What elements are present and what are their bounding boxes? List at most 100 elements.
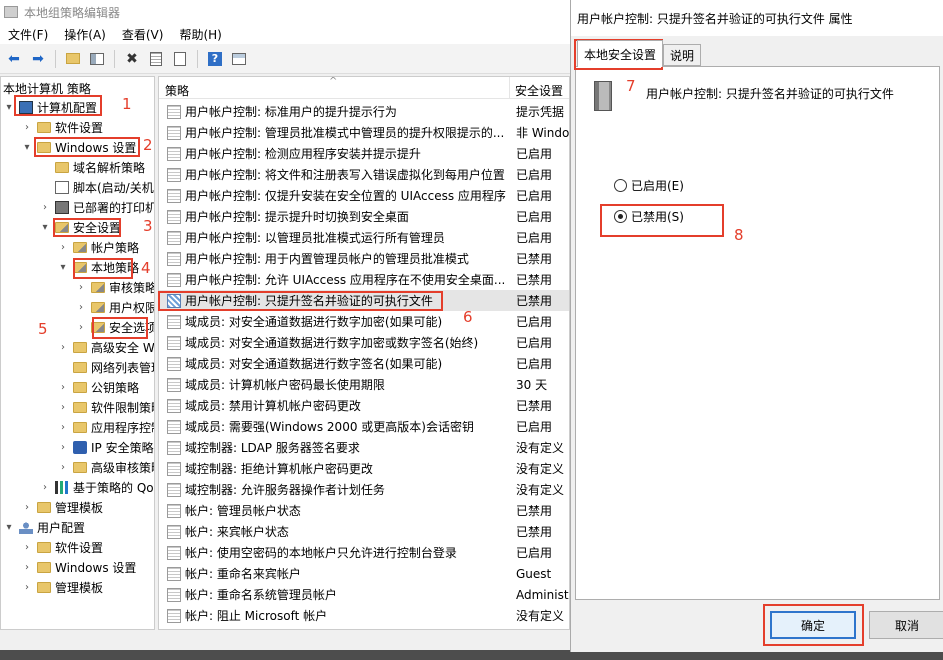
- tree-item[interactable]: 域名解析策略: [39, 157, 145, 177]
- chevron-down-icon[interactable]: ▾: [57, 262, 69, 273]
- tree-item[interactable]: › 软件设置: [21, 537, 103, 557]
- table-row[interactable]: 帐户: 重命名来宾帐户 Guest: [159, 563, 569, 584]
- menu-file[interactable]: 文件(F): [8, 26, 48, 43]
- chevron-right-icon[interactable]: ›: [57, 382, 69, 393]
- tree-item[interactable]: › 应用程序控制: [57, 417, 154, 437]
- table-row[interactable]: 用户帐户控制: 只提升签名并验证的可执行文件 已禁用: [159, 290, 569, 311]
- tree-item[interactable]: › 软件限制策略: [57, 397, 154, 417]
- chevron-down-icon[interactable]: ▾: [21, 142, 33, 153]
- chevron-right-icon[interactable]: ›: [57, 402, 69, 413]
- chevron-down-icon[interactable]: ▾: [3, 102, 15, 113]
- tree-item[interactable]: ▾ Windows 设置: [21, 137, 136, 157]
- table-row[interactable]: 帐户: 管理员帐户状态 已禁用: [159, 500, 569, 521]
- tree-item[interactable]: › 高级审核策略: [57, 457, 154, 477]
- tree-item[interactable]: › Windows 设置: [21, 557, 136, 577]
- chevron-right-icon[interactable]: ›: [57, 242, 69, 253]
- radio-disabled[interactable]: 已禁用(S): [614, 208, 684, 225]
- tree-item[interactable]: ▾ 用户配置: [3, 517, 85, 537]
- tree-item[interactable]: › 高级安全 Wind: [57, 337, 154, 357]
- chevron-right-icon[interactable]: ›: [75, 302, 87, 313]
- tree-item[interactable]: › 基于策略的 QoS: [39, 477, 154, 497]
- chevron-right-icon[interactable]: ›: [57, 342, 69, 353]
- script-icon: [55, 180, 69, 194]
- tree-item[interactable]: ▾ 安全设置: [39, 217, 121, 237]
- table-row[interactable]: 域成员: 计算机帐户密码最长使用期限 30 天: [159, 374, 569, 395]
- tree-item[interactable]: › 审核策略: [75, 277, 154, 297]
- table-row[interactable]: 用户帐户控制: 将文件和注册表写入错误虚拟化到每用户位置 已启用: [159, 164, 569, 185]
- tree-item[interactable]: › 管理模板: [21, 497, 103, 517]
- menu-help[interactable]: 帮助(H): [179, 26, 221, 43]
- table-row[interactable]: 帐户: 来宾帐户状态 已禁用: [159, 521, 569, 542]
- table-row[interactable]: 用户帐户控制: 管理员批准模式中管理员的提升权限提示的... 非 Windo: [159, 122, 569, 143]
- tab-local-security-setting[interactable]: 本地安全设置: [577, 40, 664, 67]
- table-row[interactable]: 用户帐户控制: 用于内置管理员帐户的管理员批准模式 已禁用: [159, 248, 569, 269]
- chevron-right-icon[interactable]: ›: [21, 542, 33, 553]
- table-row[interactable]: 用户帐户控制: 标准用户的提升提示行为 提示凭据: [159, 101, 569, 122]
- table-row[interactable]: 域控制器: LDAP 服务器签名要求 没有定义: [159, 437, 569, 458]
- chevron-right-icon[interactable]: ›: [21, 582, 33, 593]
- table-row[interactable]: 域成员: 禁用计算机帐户密码更改 已禁用: [159, 395, 569, 416]
- tree-item[interactable]: 网络列表管理器: [57, 357, 154, 377]
- tree-item[interactable]: › 公钥策略: [57, 377, 139, 397]
- tree-item[interactable]: › 安全选项: [75, 317, 154, 337]
- menu-action[interactable]: 操作(A): [64, 26, 106, 43]
- ok-button[interactable]: 确定: [770, 611, 856, 639]
- table-row[interactable]: 域成员: 对安全通道数据进行数字签名(如果可能) 已启用: [159, 353, 569, 374]
- table-row[interactable]: 用户帐户控制: 检测应用程序安装并提示提升 已启用: [159, 143, 569, 164]
- chevron-right-icon[interactable]: ›: [75, 322, 87, 333]
- column-header-setting[interactable]: 安全设置: [515, 82, 563, 99]
- chevron-right-icon[interactable]: ›: [21, 502, 33, 513]
- chevron-right-icon[interactable]: ›: [57, 422, 69, 433]
- tree-item[interactable]: › 用户权限分: [75, 297, 154, 317]
- console-icon[interactable]: [229, 49, 249, 69]
- tree-item[interactable]: ▾ 计算机配置: [3, 97, 97, 117]
- chevron-right-icon[interactable]: ›: [39, 482, 51, 493]
- forward-arrow-icon[interactable]: ➡: [28, 49, 48, 69]
- table-row[interactable]: 帐户: 重命名系统管理员帐户 Administ: [159, 584, 569, 605]
- tree-item[interactable]: › 已部署的打印机: [39, 197, 154, 217]
- cancel-button[interactable]: 取消: [869, 611, 943, 639]
- column-separator[interactable]: [509, 77, 510, 99]
- tree-item[interactable]: 脚本(启动/关机): [39, 177, 154, 197]
- chevron-down-icon[interactable]: ▾: [39, 222, 51, 233]
- policy-item-icon: [167, 251, 181, 266]
- table-row[interactable]: 帐户: 使用空密码的本地帐户只允许进行控制台登录 已启用: [159, 542, 569, 563]
- radio-enabled[interactable]: 已启用(E): [614, 177, 684, 194]
- chevron-down-icon[interactable]: ▾: [3, 522, 15, 533]
- chevron-right-icon[interactable]: ›: [57, 462, 69, 473]
- show-hide-tree-icon[interactable]: [87, 49, 107, 69]
- chevron-right-icon[interactable]: ›: [75, 282, 87, 293]
- back-arrow-icon[interactable]: ⬅: [4, 49, 24, 69]
- tree-item[interactable]: ▾ 本地策略: [57, 257, 139, 277]
- chevron-right-icon[interactable]: ›: [39, 202, 51, 213]
- radio-disabled-circle[interactable]: [614, 210, 627, 223]
- table-row[interactable]: 域成员: 对安全通道数据进行数字加密(如果可能) 已启用: [159, 311, 569, 332]
- properties-icon[interactable]: [146, 49, 166, 69]
- table-row[interactable]: 域成员: 对安全通道数据进行数字加密或数字签名(始终) 已启用: [159, 332, 569, 353]
- tree-item[interactable]: › 管理模板: [21, 577, 103, 597]
- radio-enabled-circle[interactable]: [614, 179, 627, 192]
- table-row[interactable]: 用户帐户控制: 仅提升安装在安全位置的 UIAccess 应用程序 已启用: [159, 185, 569, 206]
- chevron-right-icon[interactable]: ›: [21, 122, 33, 133]
- chevron-right-icon[interactable]: ›: [21, 562, 33, 573]
- chevron-right-icon[interactable]: ›: [57, 442, 69, 453]
- tab-explain[interactable]: 说明: [663, 44, 702, 66]
- tree-item-label: 安全设置: [73, 220, 122, 235]
- table-row[interactable]: 域控制器: 允许服务器操作者计划任务 没有定义: [159, 479, 569, 500]
- table-row[interactable]: 帐户: 阻止 Microsoft 帐户 没有定义: [159, 605, 569, 626]
- table-row[interactable]: 用户帐户控制: 提示提升时切换到安全桌面 已启用: [159, 206, 569, 227]
- menu-view[interactable]: 查看(V): [122, 26, 164, 43]
- table-row[interactable]: 用户帐户控制: 允许 UIAccess 应用程序在不使用安全桌面... 已禁用: [159, 269, 569, 290]
- tree-root[interactable]: 本地计算机 策略: [3, 78, 91, 98]
- tree-item[interactable]: › 软件设置: [21, 117, 103, 137]
- table-row[interactable]: 域控制器: 拒绝计算机帐户密码更改 没有定义: [159, 458, 569, 479]
- column-header-policy[interactable]: 策略: [165, 82, 189, 99]
- export-list-icon[interactable]: [170, 49, 190, 69]
- table-row[interactable]: 域成员: 需要强(Windows 2000 或更高版本)会话密钥 已启用: [159, 416, 569, 437]
- up-folder-icon[interactable]: [63, 49, 83, 69]
- tree-item[interactable]: › 帐户策略: [57, 237, 139, 257]
- help-icon[interactable]: ?: [205, 49, 225, 69]
- tree-item[interactable]: › IP 安全策略，: [57, 437, 154, 457]
- delete-icon[interactable]: ✖: [122, 49, 142, 69]
- table-row[interactable]: 用户帐户控制: 以管理员批准模式运行所有管理员 已启用: [159, 227, 569, 248]
